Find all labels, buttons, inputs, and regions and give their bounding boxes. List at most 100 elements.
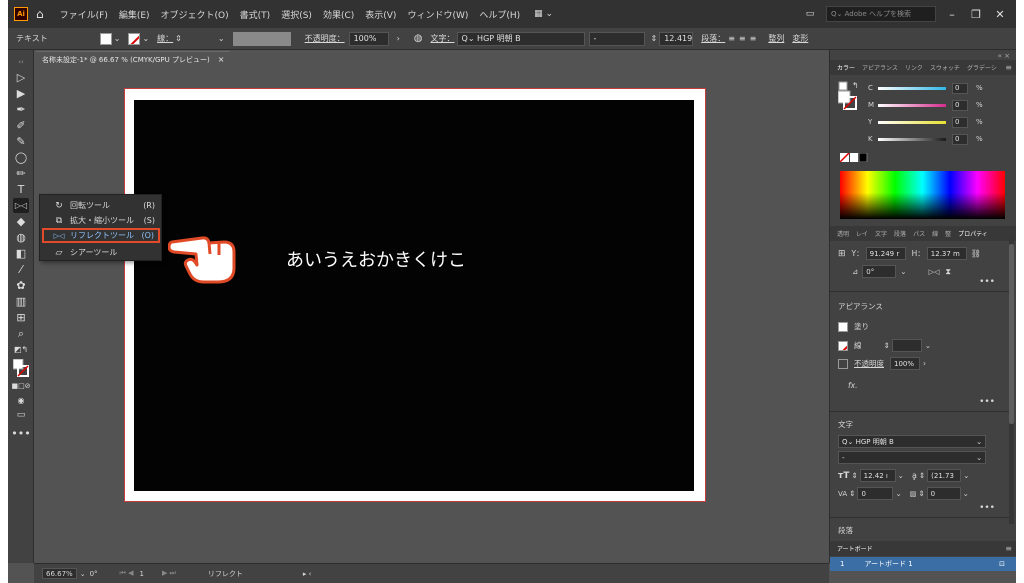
stroke-weight-label[interactable]: 線： <box>157 33 173 44</box>
yellow-slider[interactable] <box>878 120 946 124</box>
document-tab[interactable]: 名称未設定-1* @ 66.67 % (CMYK/GPU プレビュー) × <box>36 51 231 67</box>
more-tools-icon[interactable]: ••• <box>11 426 30 441</box>
variable-width-profile[interactable] <box>232 31 291 46</box>
color-mode-icon[interactable]: ■□⊘ <box>11 378 30 393</box>
reflect-tool-icon[interactable]: ▷◁ <box>13 198 29 213</box>
curvature-tool-icon[interactable]: ✐ <box>13 118 29 133</box>
opacity-label[interactable]: 不透明度 <box>854 358 884 369</box>
stroke-swatch[interactable] <box>128 32 141 45</box>
fx-button[interactable]: fx. <box>848 381 857 390</box>
stroke-swatch[interactable] <box>838 340 848 351</box>
leading-field[interactable]: (21.73 <box>927 469 962 482</box>
font-family-field[interactable]: Q⌄ HGP 明朝 B <box>456 31 585 46</box>
character-label[interactable]: 文字： <box>431 33 455 44</box>
first-artboard-icon[interactable]: ⏮ ◀ <box>120 569 134 578</box>
more-options-icon[interactable]: ••• <box>979 277 995 287</box>
panel-menu-icon[interactable]: ≡ <box>1005 63 1012 72</box>
opacity-field[interactable]: 100% <box>348 31 389 46</box>
quick-swatches-icon[interactable] <box>840 153 868 162</box>
reference-point-icon[interactable]: ⊞ <box>838 249 846 259</box>
stroke-weight-stepper[interactable]: ⇕ <box>175 34 182 43</box>
symbol-sprayer-tool-icon[interactable]: ✿ <box>13 278 29 293</box>
rotation-field[interactable]: 0° <box>90 570 98 578</box>
transform-panel-link[interactable]: 変形 <box>792 33 808 44</box>
menu-effect[interactable]: 効果(C) <box>323 8 354 21</box>
opacity-field[interactable]: 100% <box>890 357 920 370</box>
column-graph-tool-icon[interactable]: ▥ <box>13 294 29 309</box>
magenta-slider[interactable] <box>878 103 946 107</box>
artboard[interactable]: あいうえおかきくけこ <box>124 88 706 502</box>
artboard-options-icon[interactable]: ⊡ <box>999 560 1005 568</box>
artboard-row[interactable]: 1 アートボード 1 ⊡ <box>830 557 1016 571</box>
tab-swatches[interactable]: スウォッチ <box>930 63 960 72</box>
flyout-item-reflect[interactable]: ▷◁ リフレクトツール (O) <box>42 228 160 243</box>
fill-stroke-icon[interactable] <box>13 359 29 377</box>
flip-vertical-icon[interactable]: ⧗ <box>945 267 951 277</box>
more-options-icon[interactable]: ••• <box>979 397 995 407</box>
artboard-text[interactable]: あいうえおかきくけこ <box>286 246 466 272</box>
cyan-slider[interactable] <box>878 86 946 90</box>
warp-tool-icon[interactable]: ◍ <box>13 230 29 245</box>
scrollbar-thumb[interactable] <box>1009 244 1014 424</box>
pencil-tool-icon[interactable]: ✏ <box>13 166 29 181</box>
panel-menu-icon[interactable]: ≡ <box>1005 544 1012 553</box>
chevron-down-icon[interactable]: ⌄ <box>900 267 906 276</box>
menu-window[interactable]: ウィンドウ(W) <box>407 8 468 21</box>
constrain-proportions-icon[interactable]: ⛓ <box>971 249 981 258</box>
h-field[interactable]: 12.37 m <box>926 247 967 260</box>
tab-links[interactable]: リンク <box>905 63 923 72</box>
pen-tool-icon[interactable]: ✒ <box>13 102 29 117</box>
menu-select[interactable]: 選択(S) <box>281 8 312 21</box>
chevron-down-icon[interactable]: ⌄ <box>963 489 969 498</box>
artboard-page-field[interactable]: 1 <box>139 570 143 578</box>
close-tab-icon[interactable]: × <box>218 55 225 64</box>
black-rectangle[interactable]: あいうえおかきくけこ <box>134 100 694 491</box>
properties-scrollbar[interactable] <box>1009 234 1014 524</box>
fill-swatch-control[interactable]: ⌄ <box>99 32 120 45</box>
fill-swatch[interactable] <box>99 32 112 45</box>
menu-help[interactable]: ヘルプ(H) <box>479 8 520 21</box>
stroke-weight-field[interactable] <box>891 339 922 352</box>
menu-type[interactable]: 書式(T) <box>240 8 271 21</box>
home-icon[interactable]: ⌂ <box>36 7 44 21</box>
font-style-field[interactable]: - <box>838 451 986 464</box>
align-center-icon[interactable]: ≡ <box>739 34 746 43</box>
flip-horizontal-icon[interactable]: ▷◁ <box>929 268 940 276</box>
next-artboard-icon[interactable]: ▶ ⏭ <box>162 569 176 578</box>
font-family-field[interactable]: Q⌄ HGP 明朝 B <box>838 435 986 448</box>
tracking-stepper[interactable]: ⇕ <box>918 489 924 498</box>
kerning-stepper[interactable]: ⇕ <box>849 489 855 498</box>
chevron-down-icon[interactable]: ⌄ <box>80 570 86 578</box>
chevron-down-icon[interactable]: ⌄ <box>142 34 149 43</box>
font-style-field[interactable]: - <box>588 31 645 46</box>
chevron-down-icon[interactable]: ⌄ <box>976 453 982 462</box>
screen-mode-icon[interactable]: ▭ <box>13 407 29 422</box>
artboard-tool-icon[interactable]: ⊞ <box>13 310 29 325</box>
kerning-field[interactable]: 0 <box>857 487 894 500</box>
menu-edit[interactable]: 編集(E) <box>119 8 150 21</box>
menu-object[interactable]: オブジェクト(O) <box>161 8 229 21</box>
align-left-icon[interactable]: ≡ <box>728 34 735 43</box>
stroke-weight-dropdown[interactable]: ⌄ <box>218 34 225 43</box>
align-panel-link[interactable]: 整列 <box>768 33 784 44</box>
menu-view[interactable]: 表示(V) <box>365 8 396 21</box>
font-size-stepper[interactable]: ⇕ <box>651 34 658 43</box>
font-size-field[interactable]: 12.419 <box>659 31 694 46</box>
free-transform-tool-icon[interactable]: ◧ <box>13 246 29 261</box>
selection-tool-icon[interactable]: ▷ <box>13 70 29 85</box>
fill-swatch[interactable] <box>838 321 848 332</box>
font-size-field[interactable]: 12.42 ı <box>859 469 896 482</box>
y-field[interactable]: 91.249 r <box>865 247 906 260</box>
chevron-right-icon[interactable]: › <box>397 34 400 43</box>
arrange-docs-icon[interactable]: ▭ <box>802 9 818 19</box>
chevron-down-icon[interactable]: ⌄ <box>898 471 904 480</box>
workspace-switcher[interactable]: ▦ ⌄ <box>534 9 553 19</box>
chevron-down-icon[interactable]: ⌄ <box>895 489 901 498</box>
panel-collapse-icon[interactable]: « × <box>998 52 1010 60</box>
status-menu-icon[interactable]: ▸ ‹ <box>303 570 312 578</box>
flyout-item-shear[interactable]: ▱ シアーツール <box>40 245 163 260</box>
black-slider[interactable] <box>878 137 946 141</box>
stroke-stepper[interactable]: ⇕ <box>884 341 890 350</box>
default-colors-icon[interactable]: ◩↰ <box>13 342 29 357</box>
flyout-item-scale[interactable]: ⧉ 拡大・縮小ツール (S) <box>40 213 163 228</box>
